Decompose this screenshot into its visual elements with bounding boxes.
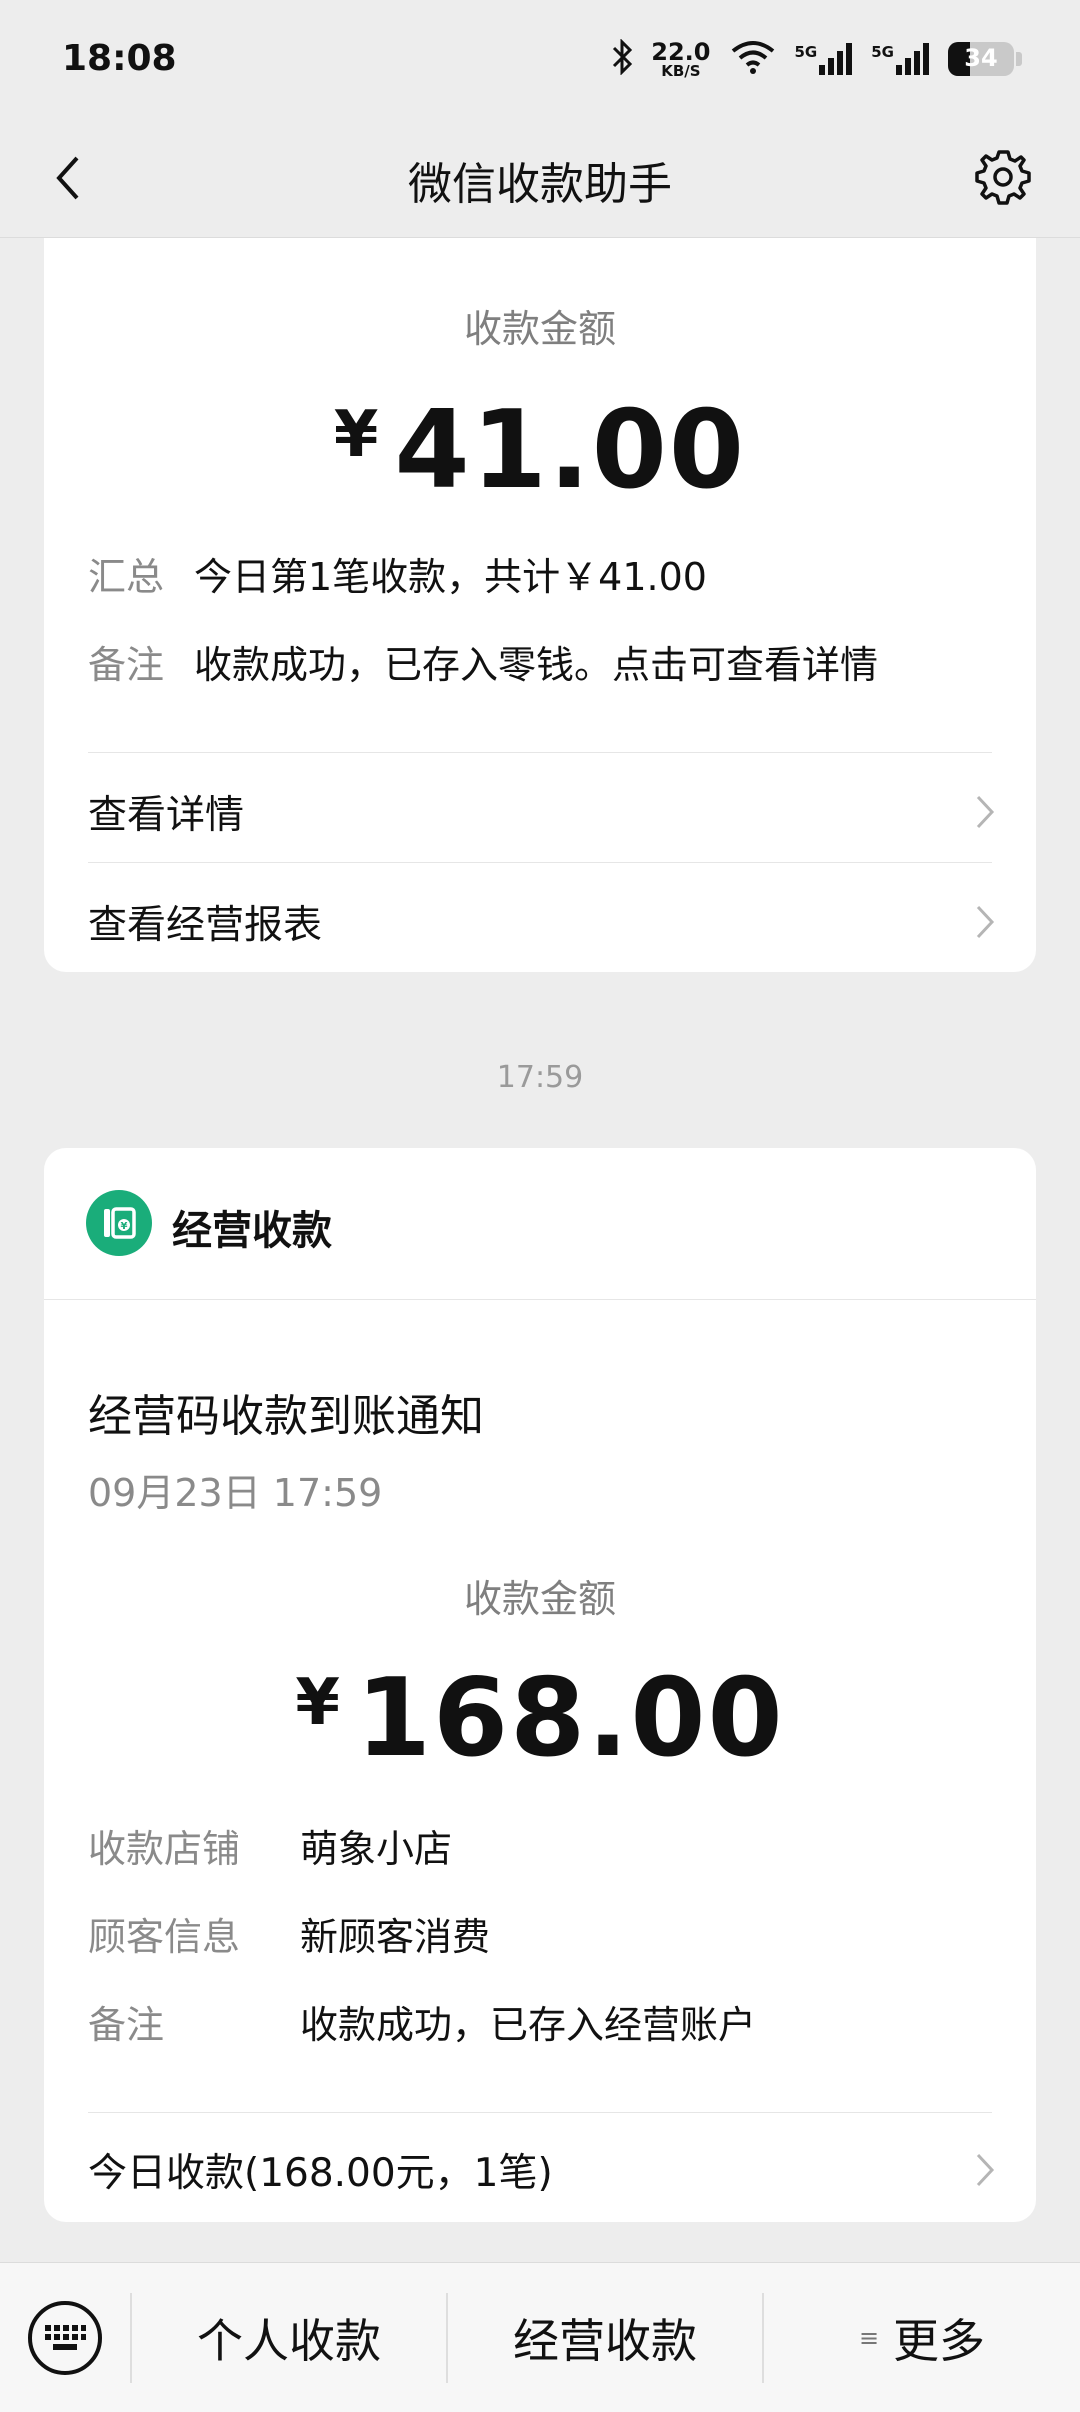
summary-value: 今日第1笔收款，共计￥41.00 — [194, 555, 707, 599]
note-key: 备注 — [88, 2003, 165, 2047]
settings-button[interactable] — [968, 142, 1038, 212]
network-speed-value: 22.0 — [651, 37, 711, 66]
amount-value: 41.00 — [394, 388, 747, 513]
payment-card-business[interactable]: ¥ 经营收款 经营码收款到账通知 09月23日 17:59 收款金额 ¥ 168… — [44, 1148, 1036, 2222]
store-key: 收款店铺 — [88, 1827, 241, 1871]
note-value: 收款成功，已存入经营账户 — [300, 2003, 757, 2047]
view-details-link[interactable]: 查看详情 — [88, 784, 1000, 840]
status-bar: 18:08 22.0 KB/S 5G 5G 34 — [0, 0, 1080, 120]
view-report-label: 查看经营报表 — [88, 903, 323, 948]
cell-signal-2-icon: 5G — [871, 43, 930, 75]
gear-icon — [975, 150, 1031, 205]
summary-row: 汇总 今日第1笔收款，共计￥41.00 — [88, 546, 992, 601]
wifi-icon — [729, 39, 777, 79]
tab-personal-payment[interactable]: 个人收款 — [132, 2263, 446, 2412]
customer-value: 新顾客消费 — [300, 1915, 491, 1959]
today-income-label: 今日收款(168.00元，1笔) — [88, 2151, 553, 2196]
tab-more[interactable]: ≡ 更多 — [764, 2263, 1080, 2412]
store-value: 萌象小店 — [300, 1827, 453, 1871]
battery-cap — [1016, 52, 1022, 66]
amount-display: ¥ 41.00 — [44, 388, 1036, 513]
bottom-menu-bar: 个人收款 经营收款 ≡ 更多 — [0, 2262, 1080, 2412]
keyboard-icon — [45, 2325, 86, 2350]
view-report-link[interactable]: 查看经营报表 — [88, 894, 1000, 950]
divider — [88, 2112, 992, 2113]
network-speed-unit: KB/S — [661, 61, 701, 80]
divider — [88, 862, 992, 863]
battery-level: 34 — [964, 44, 998, 72]
today-income-link[interactable]: 今日收款(168.00元，1笔) — [88, 2142, 1000, 2198]
amount-display: ¥ 168.00 — [44, 1656, 1036, 1781]
currency-symbol: ¥ — [295, 1666, 340, 1740]
brand-name: 经营收款 — [172, 1208, 332, 1254]
note-row: 备注 收款成功，已存入经营账户 — [88, 1994, 992, 2049]
battery-icon: 34 — [948, 42, 1014, 76]
notice-date: 09月23日 17:59 — [88, 1471, 383, 1515]
currency-symbol: ¥ — [333, 398, 379, 472]
svg-text:¥: ¥ — [121, 1221, 128, 1232]
amount-label: 收款金额 — [463, 1577, 616, 1621]
keyboard-toggle-button[interactable] — [28, 2301, 102, 2375]
chevron-right-icon — [970, 792, 1000, 832]
bluetooth-icon — [611, 38, 633, 79]
message-timestamp: 17:59 — [496, 1060, 584, 1095]
customer-key: 顾客信息 — [88, 1915, 241, 1959]
cell-signal-1-icon: 5G — [795, 43, 854, 75]
note-row: 备注 收款成功，已存入零钱。点击可查看详情 — [88, 634, 992, 689]
amount-label: 收款金额 — [463, 307, 616, 351]
divider — [88, 752, 992, 753]
chevron-right-icon — [970, 902, 1000, 942]
tab-more-label: 更多 — [893, 2314, 986, 2368]
payment-card-personal[interactable]: 收款金额 ¥ 41.00 汇总 今日第1笔收款，共计￥41.00 备注 收款成功… — [44, 238, 1036, 972]
note-key: 备注 — [88, 643, 165, 687]
chevron-right-icon — [970, 2150, 1000, 2190]
status-time: 18:08 — [62, 38, 177, 79]
tab-business-payment[interactable]: 经营收款 — [448, 2263, 762, 2412]
menu-icon: ≡ — [858, 2324, 880, 2352]
card-header: ¥ 经营收款 — [44, 1148, 1036, 1300]
customer-row: 顾客信息 新顾客消费 — [88, 1906, 992, 1961]
summary-key: 汇总 — [88, 555, 165, 599]
store-row: 收款店铺 萌象小店 — [88, 1818, 992, 1873]
business-payment-icon: ¥ — [86, 1190, 152, 1256]
page-title: 微信收款助手 — [408, 159, 672, 210]
note-value: 收款成功，已存入零钱。点击可查看详情 — [194, 643, 879, 687]
status-icons: 22.0 KB/S 5G 5G 34 — [611, 34, 1022, 84]
network-speed: 22.0 KB/S — [651, 40, 710, 79]
nav-bar: 微信收款助手 — [0, 120, 1080, 238]
amount-value: 168.00 — [355, 1656, 785, 1781]
notice-title: 经营码收款到账通知 — [88, 1391, 484, 1442]
view-details-label: 查看详情 — [88, 793, 245, 838]
